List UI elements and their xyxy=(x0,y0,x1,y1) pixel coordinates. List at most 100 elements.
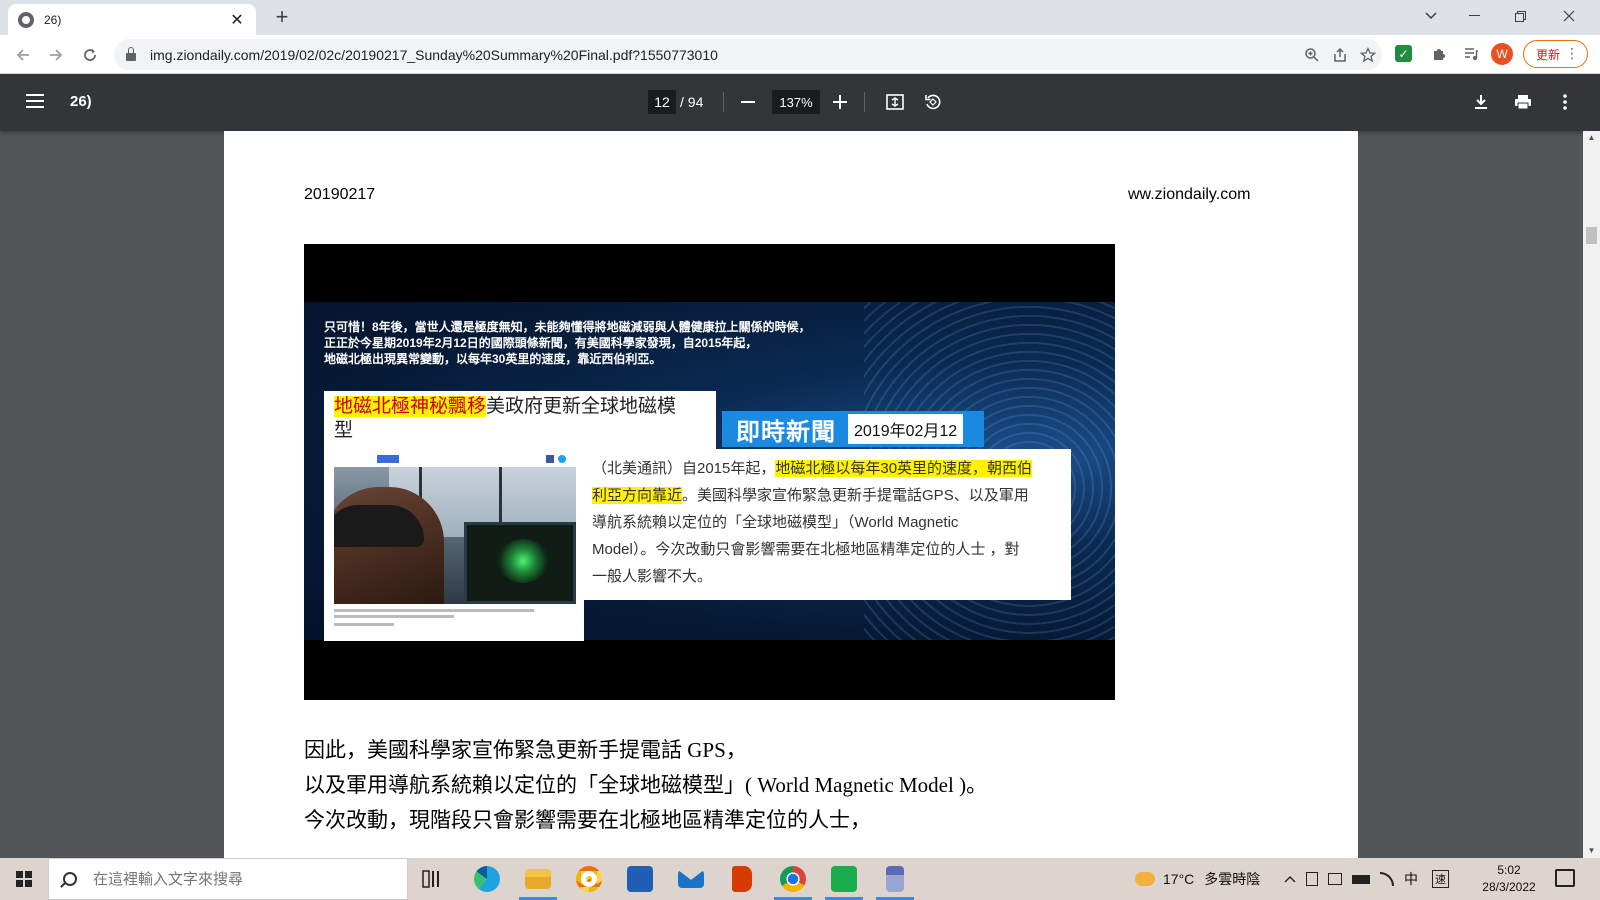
address-bar[interactable]: img.ziondaily.com/2019/02/02c/20190217_S… xyxy=(114,39,1382,70)
media-icon[interactable] xyxy=(1459,42,1483,66)
folder-icon xyxy=(525,869,551,889)
forward-button[interactable] xyxy=(43,42,69,68)
clock-date: 28/3/2022 xyxy=(1482,880,1536,894)
meet-now-icon[interactable] xyxy=(1328,873,1342,885)
tray-icon-group[interactable]: 中 速 xyxy=(1306,858,1449,900)
ime-language[interactable]: 中 xyxy=(1404,869,1418,889)
news-article-text: （北美通訊）自2015年起，地磁北極以每年30英里的速度，朝西伯 利亞方向靠近。… xyxy=(584,449,1071,600)
page-number-input[interactable]: 12 xyxy=(648,90,676,114)
article-text: Model）。今次改動只會影響需要在北極地區精準定位的人士 ，對 xyxy=(592,541,1020,558)
menu-icon[interactable] xyxy=(26,94,44,108)
pdf-page: 20190217 ww.ziondaily.com 只可惜！8年後，當世人還是極… xyxy=(224,131,1358,858)
new-tab-button[interactable]: + xyxy=(270,6,294,30)
url-text[interactable]: img.ziondaily.com/2019/02/02c/20190217_S… xyxy=(150,47,1298,63)
minus-icon xyxy=(741,101,755,103)
live-news-label: 即時新聞 xyxy=(736,418,836,446)
close-window-button[interactable] xyxy=(1546,0,1592,32)
taskbar-chrome-alt[interactable] xyxy=(564,858,614,900)
close-tab-icon[interactable]: ✕ xyxy=(228,10,246,30)
wifi-icon[interactable] xyxy=(1380,872,1394,886)
ime-mode[interactable]: 速 xyxy=(1432,870,1449,888)
scroll-up-arrow-icon[interactable]: ▲ xyxy=(1583,131,1600,145)
share-icon[interactable] xyxy=(1326,41,1354,69)
page-body-text: 因此，美國科學家宣佈緊急更新手提電話 GPS， 以及軍用導航系統賴以定位的「全球… xyxy=(304,733,987,838)
taskbar-mail[interactable] xyxy=(666,858,716,900)
taskbar-search[interactable] xyxy=(48,858,408,900)
puzzle-icon[interactable] xyxy=(1427,42,1451,66)
taskbar-office[interactable] xyxy=(717,858,767,900)
windows-taskbar: 17°C 多雲時陰 中 速 5:02 28/3/2022 xyxy=(0,858,1600,900)
pdf-scrollbar[interactable]: ▲ ▼ xyxy=(1583,131,1600,858)
live-news-date: 2019年02月12 xyxy=(848,414,964,444)
weather-temp: 17°C xyxy=(1163,871,1195,887)
article-prefix: （北美通訊）自2015年起， xyxy=(592,460,776,477)
news-photo-card xyxy=(324,449,584,641)
scientist-radar-photo xyxy=(334,467,576,604)
show-hidden-icons-button[interactable] xyxy=(1284,858,1296,900)
taskbar-file-explorer[interactable] xyxy=(513,858,563,900)
headline-highlight: 地磁北極神秘飄移 xyxy=(334,396,487,417)
page-total: / 94 xyxy=(680,94,704,110)
mail-icon xyxy=(678,870,704,888)
scroll-thumb[interactable] xyxy=(1586,227,1597,244)
restore-button[interactable] xyxy=(1497,0,1543,32)
print-button[interactable] xyxy=(1510,89,1536,115)
intro-line: 地磁北極出現異常變動，以每年30英里的速度，靠近西伯利亞。 xyxy=(324,352,662,366)
taskbar-edge[interactable] xyxy=(462,858,512,900)
photo-caption-lines xyxy=(334,607,574,626)
reload-button[interactable] xyxy=(77,42,103,68)
taskbar-chrome[interactable] xyxy=(768,858,818,900)
zoom-icon[interactable] xyxy=(1298,41,1326,69)
rotate-button[interactable] xyxy=(920,89,946,115)
taskbar-clock[interactable]: 5:02 28/3/2022 xyxy=(1474,862,1544,896)
store-icon xyxy=(627,866,653,892)
taskbar-store[interactable] xyxy=(615,858,665,900)
article-text: 一般人影響不大。 xyxy=(592,568,713,585)
browser-toolbar: img.ziondaily.com/2019/02/02c/20190217_S… xyxy=(0,35,1600,74)
fit-page-button[interactable] xyxy=(882,89,908,115)
more-options-icon[interactable] xyxy=(1552,89,1578,115)
battery-icon[interactable] xyxy=(1352,874,1370,884)
browser-tab[interactable]: 26) ✕ xyxy=(8,4,256,35)
zoom-out-button[interactable] xyxy=(735,89,761,115)
lock-icon[interactable] xyxy=(126,46,136,61)
forward-icon xyxy=(50,49,63,61)
profile-avatar[interactable]: W xyxy=(1491,43,1513,65)
notification-icon[interactable] xyxy=(1555,869,1575,887)
taskbar-line[interactable] xyxy=(819,858,869,900)
tab-search-icon[interactable] xyxy=(1408,0,1454,32)
office-icon xyxy=(732,866,752,892)
twitter-icon xyxy=(558,455,566,463)
star-icon[interactable] xyxy=(1354,41,1382,69)
update-button[interactable]: 更新 ⋮ xyxy=(1523,40,1588,68)
print-icon xyxy=(1515,95,1531,110)
body-line: 以及軍用導航系統賴以定位的「全球地磁模型」( World Magnetic Mo… xyxy=(304,773,988,797)
weather-widget[interactable]: 17°C 多雲時陰 xyxy=(1135,858,1260,900)
download-button[interactable] xyxy=(1468,89,1494,115)
minimize-button[interactable] xyxy=(1451,0,1497,32)
taskbar-search-input[interactable] xyxy=(93,870,373,888)
start-button[interactable] xyxy=(0,858,48,900)
search-icon xyxy=(63,872,77,886)
live-news-badge: 即時新聞 2019年02月12 xyxy=(722,411,984,447)
toolbar-divider xyxy=(723,92,724,112)
task-view-button[interactable] xyxy=(408,858,458,900)
zoom-in-button[interactable] xyxy=(827,89,853,115)
device-icon[interactable] xyxy=(1306,872,1318,886)
back-button[interactable] xyxy=(10,42,36,68)
article-text: 導航系統賴以定位的「全球地磁模型」（World Magnetic xyxy=(592,514,959,531)
calculator-icon xyxy=(886,866,904,892)
figure-intro-text: 只可惜！8年後，當世人還是極度無知，未能夠懂得將地磁減弱與人體健康拉上關係的時候… xyxy=(324,319,1024,367)
article-highlight: 利亞方向靠近 xyxy=(592,487,683,504)
update-label: 更新 xyxy=(1536,47,1561,62)
rotate-icon xyxy=(925,94,941,110)
scroll-down-arrow-icon[interactable]: ▼ xyxy=(1583,844,1600,858)
pdf-toolbar: 26) 12 / 94 137% xyxy=(0,74,1600,131)
zoom-level-input[interactable]: 137% xyxy=(772,90,820,114)
extension-check-icon[interactable]: ✓ xyxy=(1395,45,1412,62)
article-text: 。美國科學家宣佈緊急更新手提電話GPS、以及軍用 xyxy=(682,487,1029,504)
taskbar-calculator[interactable] xyxy=(870,858,920,900)
menu-dots-icon[interactable]: ⋮ xyxy=(1565,45,1579,62)
pdf-title: 26) xyxy=(70,93,92,110)
reload-icon xyxy=(84,49,96,61)
